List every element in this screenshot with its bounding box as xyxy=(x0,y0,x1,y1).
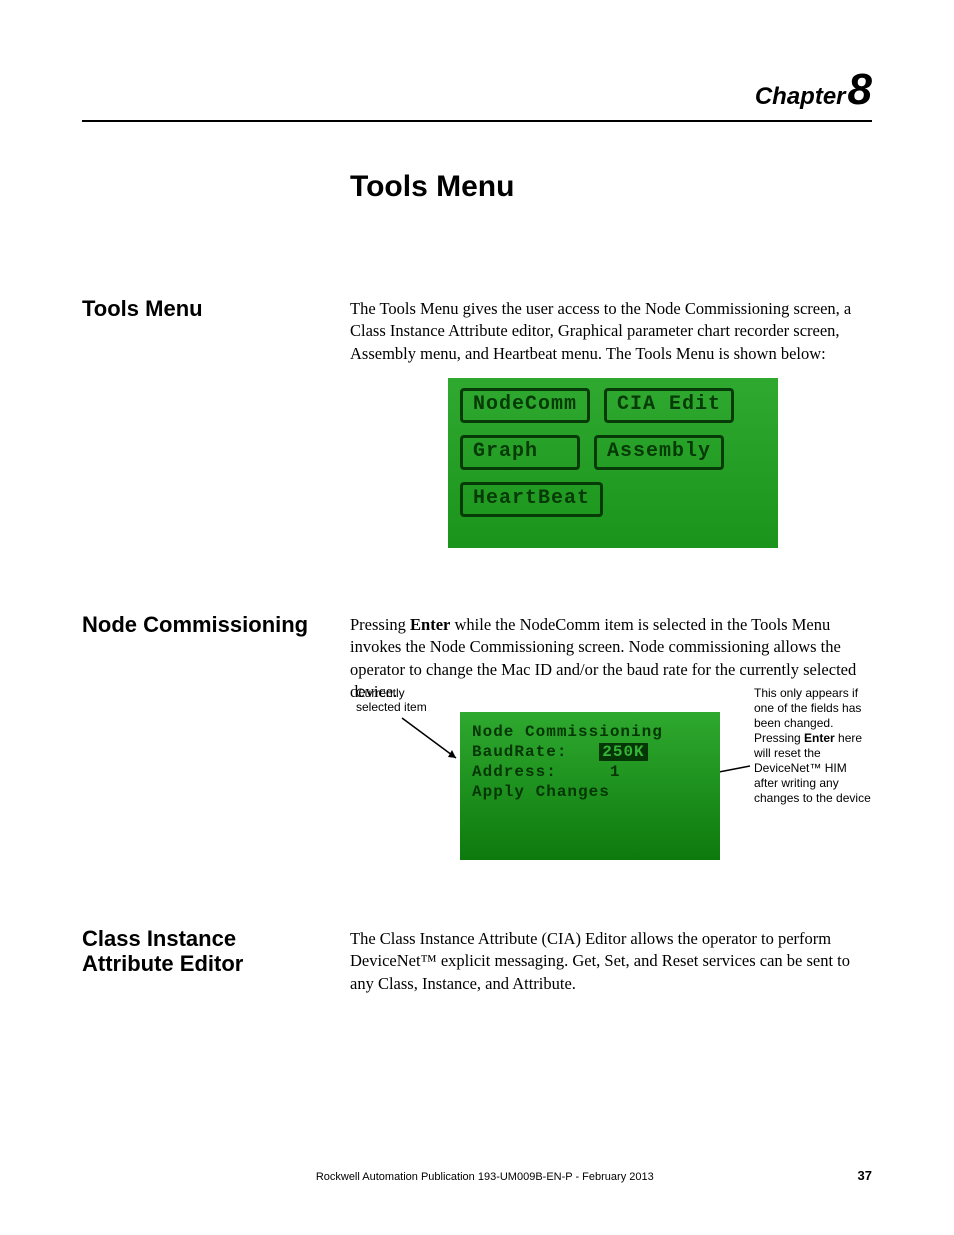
body-node-pre: Pressing xyxy=(350,615,410,634)
body-tools: The Tools Menu gives the user access to … xyxy=(350,298,870,365)
header-rule xyxy=(82,120,872,122)
lcd-btn-heartbeat[interactable]: HeartBeat xyxy=(460,482,603,517)
side-heading-cia: Class Instance Attribute Editor xyxy=(82,926,332,977)
lcd2-addr-label: Address: xyxy=(472,763,557,781)
lcd2-baud-label: BaudRate: xyxy=(472,743,567,761)
lcd2-addr-row: Address: 1 xyxy=(472,762,708,782)
side-heading-tools: Tools Menu xyxy=(82,296,332,321)
side-heading-node: Node Commissioning xyxy=(82,612,332,637)
lcd2-addr-value[interactable]: 1 xyxy=(610,763,621,781)
callout-apply-note: This only appears if one of the fields h… xyxy=(754,686,874,806)
body-cia: The Class Instance Attribute (CIA) Edito… xyxy=(350,928,870,995)
lcd2-apply[interactable]: Apply Changes xyxy=(472,782,708,802)
callout-currently-selected: Currently selected item xyxy=(356,686,446,715)
body-node-bold: Enter xyxy=(410,615,450,634)
lcd-btn-nodecomm[interactable]: NodeComm xyxy=(460,388,590,423)
lcd-btn-graph[interactable]: Graph xyxy=(460,435,580,470)
lcd2-title: Node Commissioning xyxy=(472,722,708,742)
lcd-btn-cia-edit[interactable]: CIA Edit xyxy=(604,388,734,423)
lcd-node-commissioning: Node Commissioning BaudRate: 250K Addres… xyxy=(460,712,720,860)
footer-publication: Rockwell Automation Publication 193-UM00… xyxy=(112,1171,858,1183)
page-footer: Rockwell Automation Publication 193-UM00… xyxy=(82,1168,872,1183)
page-title: Tools Menu xyxy=(350,170,514,204)
chapter-word: Chapter xyxy=(755,83,846,110)
chapter-number: 8 xyxy=(846,65,872,114)
chapter-label: Chapter8 xyxy=(755,68,872,112)
lcd2-baud-value[interactable]: 250K xyxy=(599,743,647,761)
footer-page-number: 37 xyxy=(858,1168,872,1183)
lcd2-baud-row: BaudRate: 250K xyxy=(472,742,708,762)
lcd-tools-menu: NodeComm CIA Edit Graph Assembly HeartBe… xyxy=(448,378,778,548)
lcd-btn-assembly[interactable]: Assembly xyxy=(594,435,724,470)
callout-right-bold: Enter xyxy=(804,731,835,745)
